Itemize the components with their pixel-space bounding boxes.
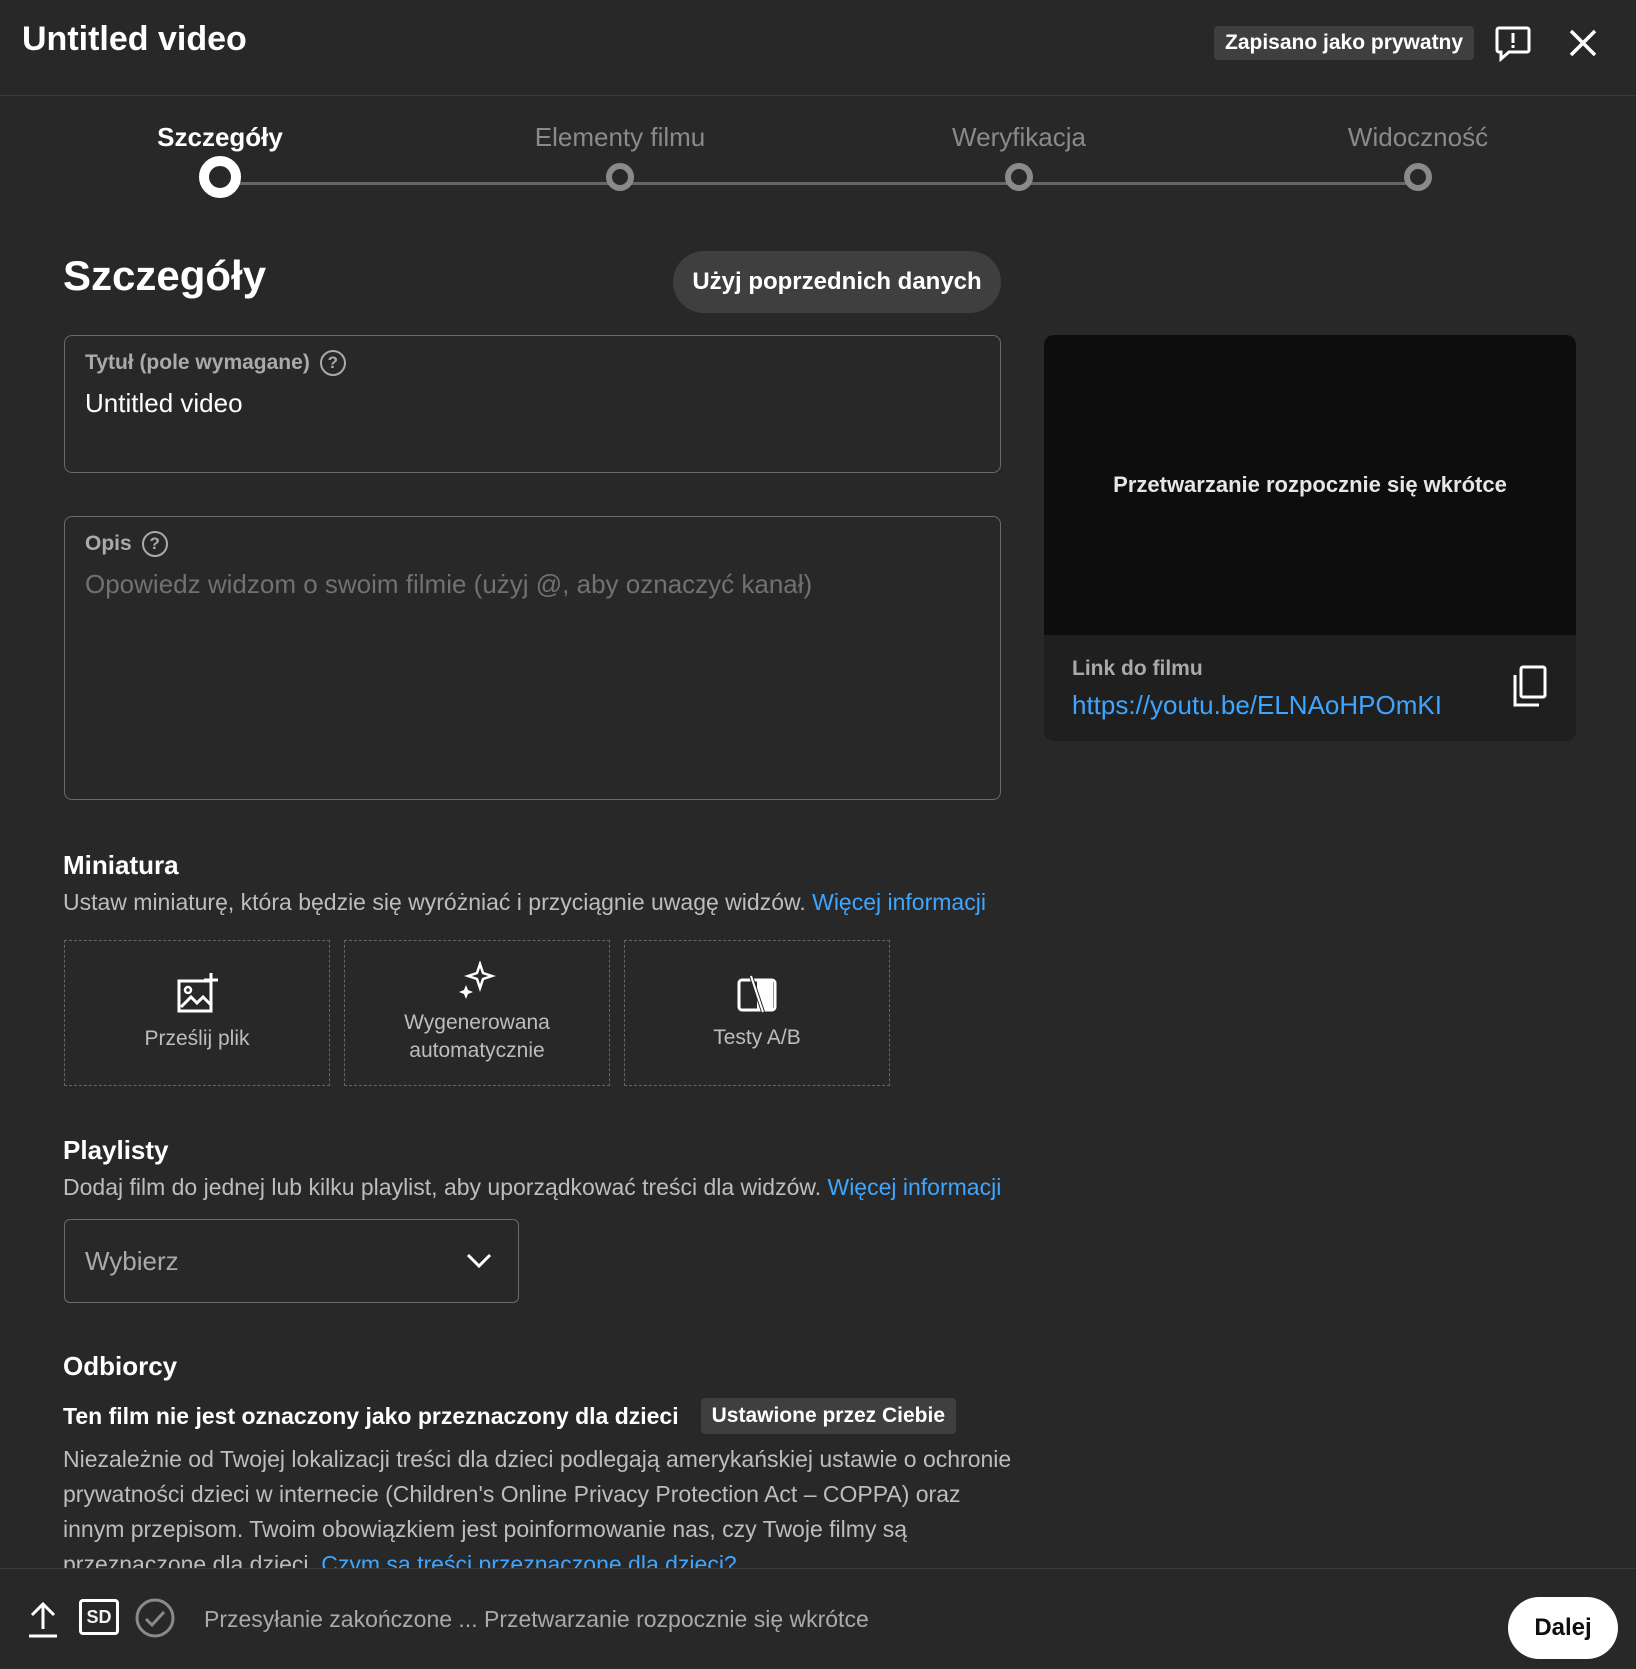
sparkle-icon: [459, 961, 496, 999]
thumbnail-option-label: Testy A/B: [713, 1026, 801, 1049]
next-button[interactable]: Dalej: [1508, 1597, 1618, 1659]
step-dot: [199, 156, 241, 198]
video-link[interactable]: https://youtu.be/ELNAoHPOmKI: [1072, 690, 1442, 721]
copy-icon[interactable]: [1508, 663, 1552, 711]
audience-status: Ten film nie jest oznaczony jako przezna…: [63, 1402, 679, 1429]
check-circle-icon[interactable]: [134, 1597, 176, 1639]
ab-test-thumbnail-button[interactable]: Testy A/B: [624, 940, 890, 1086]
audience-heading: Odbiorcy: [63, 1351, 178, 1381]
playlists-description-text: Dodaj film do jednej lub kilku playlist,…: [63, 1174, 822, 1200]
step-dot: [606, 163, 634, 191]
details-heading: Szczegóły: [63, 252, 267, 299]
close-icon[interactable]: [1560, 20, 1606, 66]
step-dot: [1005, 163, 1033, 191]
video-preview-card: Przetwarzanie rozpocznie się wkrótce Lin…: [1044, 335, 1576, 741]
ab-test-icon: [737, 975, 777, 1013]
upload-thumbnail-button[interactable]: Prześlij plik: [64, 940, 330, 1086]
description-input[interactable]: Opowiedz widzom o swoim filmie (użyj @, …: [85, 569, 812, 600]
title-field-label: Tytuł (pole wymagane): [85, 351, 310, 374]
step-szczegoly[interactable]: Szczegóły: [60, 122, 380, 198]
thumbnail-heading: Miniatura: [63, 850, 179, 880]
upload-icon[interactable]: [26, 1601, 60, 1639]
stepper-line: [220, 182, 1418, 185]
help-icon[interactable]: ?: [141, 531, 168, 557]
step-label: Widoczność: [1347, 122, 1489, 152]
dialog-footer: SD Przesyłanie zakończone ... Przetwarza…: [0, 1568, 1636, 1669]
set-by-you-badge: Ustawione przez Ciebie: [700, 1398, 956, 1434]
playlists-more-info-link[interactable]: Więcej informacji: [827, 1174, 1001, 1200]
dialog-header: Untitled video Zapisano jako prywatny: [0, 0, 1636, 96]
dialog-title: Untitled video: [22, 20, 247, 58]
upload-status: Przesyłanie zakończone ... Przetwarzanie…: [204, 1606, 869, 1632]
sd-quality-icon[interactable]: SD: [79, 1599, 119, 1635]
thumbnail-more-info-link[interactable]: Więcej informacji: [812, 889, 986, 915]
processing-text: Przetwarzanie rozpocznie się wkrótce: [1113, 472, 1507, 497]
step-label: Szczegóły: [157, 122, 283, 152]
step-elementy-filmu[interactable]: Elementy filmu: [460, 122, 780, 191]
thumbnail-description: Ustaw miniaturę, która będzie się wyróżn…: [63, 889, 986, 916]
audience-paragraph: Niezależnie od Twojej lokalizacji treści…: [63, 1442, 1013, 1568]
auto-generated-thumbnail-button[interactable]: Wygenerowana automatycznie: [344, 940, 610, 1086]
description-field-label-row: Opis ?: [85, 531, 168, 557]
audience-status-row: Ten film nie jest oznaczony jako przezna…: [63, 1398, 956, 1434]
kids-content-link[interactable]: Czym są treści przeznaczone dla dzieci?: [321, 1551, 736, 1568]
title-field-label-row: Tytuł (pole wymagane) ?: [85, 350, 346, 376]
video-link-label: Link do filmu: [1072, 657, 1203, 680]
step-dot: [1404, 163, 1432, 191]
thumbnail-description-text: Ustaw miniaturę, która będzie się wyróżn…: [63, 889, 806, 915]
step-label: Weryfikacja: [952, 122, 1086, 152]
chevron-down-icon: [466, 1253, 492, 1269]
video-preview-screen: Przetwarzanie rozpocznie się wkrótce: [1044, 335, 1576, 635]
help-icon[interactable]: ?: [319, 350, 346, 376]
step-label: Elementy filmu: [534, 122, 706, 152]
feedback-icon[interactable]: [1490, 20, 1536, 66]
playlist-select[interactable]: Wybierz: [64, 1219, 519, 1303]
title-field[interactable]: Tytuł (pole wymagane) ? Untitled video: [64, 335, 1001, 473]
image-add-icon: [177, 973, 218, 1013]
thumbnail-option-label: Prześlij plik: [144, 1027, 250, 1050]
thumbnail-option-label: Wygenerowana automatycznie: [404, 1011, 550, 1062]
step-widocznosc[interactable]: Widoczność: [1258, 122, 1578, 191]
progress-stepper: Szczegóły Elementy filmu Weryfikacja Wid…: [0, 96, 1636, 226]
coppa-text: Niezależnie od Twojej lokalizacji treści…: [63, 1446, 1012, 1568]
description-field[interactable]: Opis ? Opowiedz widzom o swoim filmie (u…: [64, 516, 1001, 800]
playlists-heading: Playlisty: [63, 1135, 169, 1165]
description-field-label: Opis: [85, 532, 132, 555]
reuse-details-button[interactable]: Użyj poprzednich danych: [673, 251, 1001, 313]
playlist-select-value: Wybierz: [85, 1246, 179, 1276]
saved-private-badge: Zapisano jako prywatny: [1214, 26, 1475, 60]
title-input[interactable]: Untitled video: [85, 388, 243, 419]
playlists-description: Dodaj film do jednej lub kilku playlist,…: [63, 1174, 1001, 1201]
step-weryfikacja[interactable]: Weryfikacja: [859, 122, 1179, 191]
